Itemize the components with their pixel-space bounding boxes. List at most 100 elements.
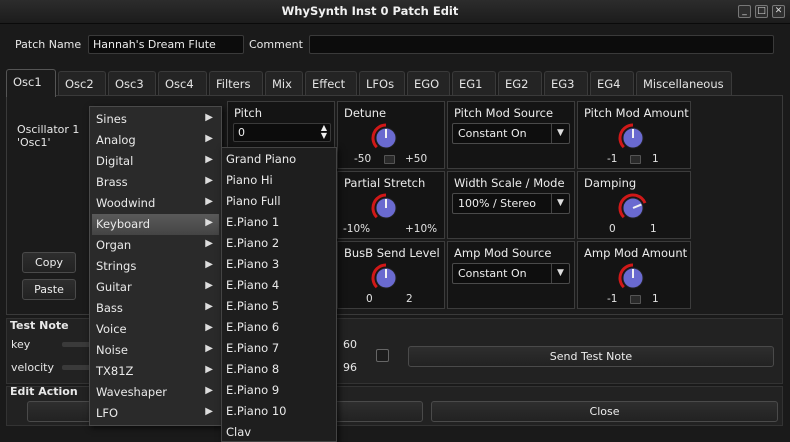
minimize-button[interactable]: _ [738, 5, 751, 18]
menu-item-analog[interactable]: Analog ▶ [92, 130, 219, 151]
menu-item-sines[interactable]: Sines ▶ [92, 109, 219, 130]
waveform-category-menu: Sines ▶ Analog ▶ Digital ▶ Brass ▶ Woodwind ▶… [89, 106, 222, 426]
menu-item-digital[interactable]: Digital ▶ [92, 151, 219, 172]
test-note-checkbox[interactable] [376, 349, 389, 362]
pitch-mod-source-cell: Pitch Mod Source Constant On ▼ [447, 101, 575, 169]
tab-effect[interactable]: Effect [305, 71, 357, 96]
tab-osc2[interactable]: Osc2 [58, 71, 106, 96]
menu-item-keyboard[interactable]: Keyboard ▶ [92, 214, 219, 235]
width-scale-cell: Width Scale / Mode 100% / Stereo ▼ [447, 171, 575, 239]
menu-item-waveshaper[interactable]: Waveshaper ▶ [92, 382, 219, 403]
pitch-value: 0 [238, 126, 245, 139]
pitch-mod-source-select[interactable]: Constant On ▼ [452, 123, 570, 144]
menu-item-tx81z[interactable]: TX81Z ▶ [92, 361, 219, 382]
tab-ego[interactable]: EGO [407, 71, 450, 96]
submenu-item[interactable]: E.Piano 6 [226, 320, 279, 334]
menu-item-strings[interactable]: Strings ▶ [92, 256, 219, 277]
submenu-item[interactable]: E.Piano 7 [226, 341, 279, 355]
submenu-item[interactable]: E.Piano 5 [226, 299, 279, 313]
tab-osc4[interactable]: Osc4 [158, 71, 207, 96]
oscillator-title: Oscillator 1 [17, 123, 80, 136]
edit-action-heading: Edit Action [10, 385, 78, 398]
tab-eg1[interactable]: EG1 [452, 71, 496, 96]
comment-input[interactable] [309, 35, 774, 54]
chevron-right-icon: ▶ [205, 385, 213, 396]
menu-item-guitar[interactable]: Guitar ▶ [92, 277, 219, 298]
amp-mod-amount-knob[interactable] [618, 263, 648, 293]
tab-filters[interactable]: Filters [209, 71, 263, 96]
menu-item-voice[interactable]: Voice ▶ [92, 319, 219, 340]
detune-min: -50 [354, 153, 372, 165]
amp-mod-amount-led [630, 295, 641, 304]
damping-cell: Damping 0 1 [577, 171, 691, 239]
partial-stretch-min: -10% [343, 223, 371, 235]
amp-mod-amount-label: Amp Mod Amount [584, 246, 688, 260]
submenu-item[interactable]: Piano Full [226, 194, 281, 208]
menu-item-lfo[interactable]: LFO ▶ [92, 403, 219, 424]
menu-item-woodwind[interactable]: Woodwind ▶ [92, 193, 219, 214]
submenu-item[interactable]: E.Piano 3 [226, 257, 279, 271]
spin-arrows-icon[interactable]: ▲ ▼ [321, 124, 327, 140]
amp-mod-source-select[interactable]: Constant On ▼ [452, 263, 570, 284]
submenu-item[interactable]: E.Piano 4 [226, 278, 279, 292]
busb-send-knob[interactable] [371, 263, 401, 293]
pitch-mod-amount-min: -1 [607, 153, 618, 165]
tab-eg2[interactable]: EG2 [498, 71, 542, 96]
tab-osc1[interactable]: Osc1 [6, 69, 56, 97]
chevron-right-icon: ▶ [205, 175, 213, 186]
tab-osc3[interactable]: Osc3 [108, 71, 156, 96]
chevron-right-icon: ▶ [205, 238, 213, 249]
width-scale-value: 100% / Stereo [458, 197, 536, 210]
tab-eg4[interactable]: EG4 [590, 71, 634, 96]
tab-eg3[interactable]: EG3 [544, 71, 588, 96]
submenu-item[interactable]: Clav [226, 425, 251, 439]
submenu-item[interactable]: E.Piano 9 [226, 383, 279, 397]
submenu-item[interactable]: E.Piano 2 [226, 236, 279, 250]
submenu-item[interactable]: E.Piano 1 [226, 215, 279, 229]
copy-button[interactable]: Copy [22, 252, 76, 273]
patch-name-label: Patch Name [15, 38, 82, 51]
damping-knob[interactable] [618, 193, 648, 223]
tab-miscellaneous[interactable]: Miscellaneous [636, 71, 732, 96]
close-window-button[interactable]: ✕ [772, 5, 785, 18]
pitch-mod-source-value: Constant On [458, 127, 527, 140]
detune-knob[interactable] [371, 123, 401, 153]
width-scale-select[interactable]: 100% / Stereo ▼ [452, 193, 570, 214]
velocity-label: velocity [11, 361, 54, 374]
oscillator-subtitle: 'Osc1' [17, 136, 51, 149]
pitch-cell: Pitch 0 ▲ ▼ [227, 101, 335, 149]
pitch-mod-amount-cell: Pitch Mod Amount -1 1 [577, 101, 691, 169]
submenu-item[interactable]: E.Piano 10 [226, 404, 286, 418]
chevron-down-icon: ▼ [551, 124, 569, 143]
chevron-right-icon: ▶ [205, 343, 213, 354]
amp-mod-amount-max: 1 [652, 293, 659, 305]
send-test-note-button[interactable]: Send Test Note [408, 346, 774, 367]
menu-item-noise[interactable]: Noise ▶ [92, 340, 219, 361]
detune-label: Detune [344, 106, 387, 120]
pitch-mod-amount-knob[interactable] [618, 123, 648, 153]
busb-send-max: 2 [406, 293, 413, 305]
close-button[interactable]: Close [431, 401, 778, 422]
menu-item-brass[interactable]: Brass ▶ [92, 172, 219, 193]
tab-lfos[interactable]: LFOs [359, 71, 405, 96]
chevron-right-icon: ▶ [205, 364, 213, 375]
key-value: 60 [343, 338, 357, 351]
width-scale-label: Width Scale / Mode [454, 176, 565, 190]
pitch-mod-amount-max: 1 [652, 153, 659, 165]
pitch-spinbox[interactable]: 0 ▲ ▼ [233, 123, 331, 142]
paste-button[interactable]: Paste [22, 279, 76, 300]
menu-item-bass[interactable]: Bass ▶ [92, 298, 219, 319]
patch-name-input[interactable]: Hannah's Dream Flute [88, 35, 244, 54]
busb-send-label: BusB Send Level [344, 246, 440, 260]
submenu-item[interactable]: Grand Piano [226, 152, 296, 166]
partial-stretch-label: Partial Stretch [344, 176, 426, 190]
amp-mod-amount-cell: Amp Mod Amount -1 1 [577, 241, 691, 309]
submenu-item[interactable]: Piano Hi [226, 173, 273, 187]
tab-mix[interactable]: Mix [265, 71, 303, 96]
maximize-button[interactable]: □ [755, 5, 768, 18]
partial-stretch-knob[interactable] [371, 193, 401, 223]
menu-item-organ[interactable]: Organ ▶ [92, 235, 219, 256]
submenu-item[interactable]: E.Piano 8 [226, 362, 279, 376]
chevron-right-icon: ▶ [205, 196, 213, 207]
amp-mod-source-cell: Amp Mod Source Constant On ▼ [447, 241, 575, 309]
